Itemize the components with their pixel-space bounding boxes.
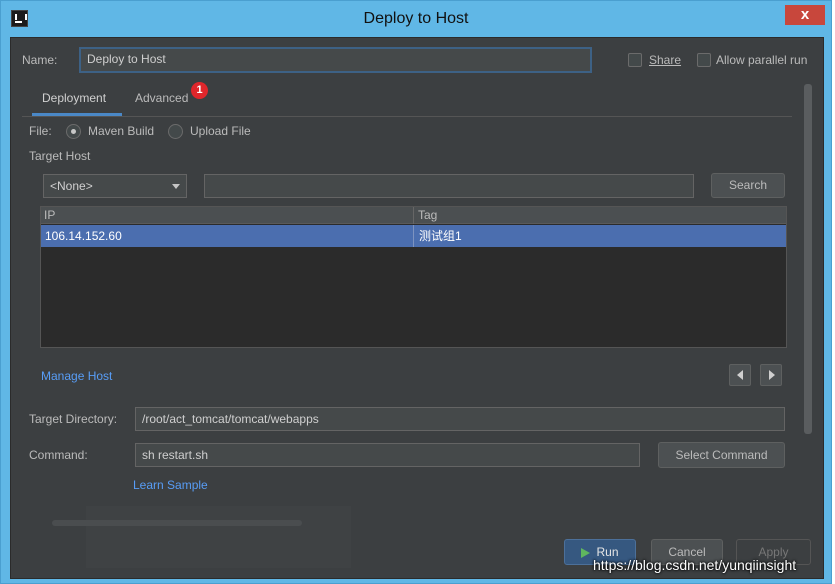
column-header-tag[interactable]: Tag <box>415 207 437 224</box>
title-bar[interactable]: Deploy to Host x <box>1 1 831 37</box>
column-header-ip[interactable]: IP <box>41 207 55 224</box>
name-field[interactable]: Deploy to Host <box>79 47 592 73</box>
manage-host-link[interactable]: Manage Host <box>41 369 112 383</box>
table-row[interactable]: 106.14.152.60 测试组1 <box>41 225 786 247</box>
host-search-input[interactable] <box>204 174 694 198</box>
callout-badge: 1 <box>191 82 208 99</box>
host-select[interactable]: <None> <box>43 174 187 198</box>
maven-build-label: Maven Build <box>88 124 155 138</box>
target-directory-field[interactable]: /root/act_tomcat/tomcat/webapps <box>135 407 785 431</box>
chevron-down-icon <box>172 184 180 189</box>
play-icon <box>581 547 591 558</box>
cell-tag: 测试组1 <box>419 229 462 243</box>
target-directory-label: Target Directory: <box>29 412 118 426</box>
select-command-button[interactable]: Select Command <box>658 442 785 468</box>
prev-button[interactable] <box>729 364 751 386</box>
column-divider <box>413 207 414 224</box>
search-button[interactable]: Search <box>711 173 785 198</box>
share-label: Share <box>649 53 682 67</box>
window-title: Deploy to Host <box>363 10 469 27</box>
file-label: File: <box>29 124 52 138</box>
allow-parallel-label: Allow parallel run <box>716 53 808 67</box>
obscured-panel <box>52 506 351 568</box>
name-label: Name: <box>22 53 58 67</box>
table-header: IP Tag <box>41 207 786 224</box>
column-divider <box>413 225 414 247</box>
allow-parallel-checkbox[interactable] <box>697 53 711 67</box>
maven-build-radio[interactable] <box>66 124 81 139</box>
target-host-label: Target Host <box>29 149 91 163</box>
cell-ip: 106.14.152.60 <box>45 229 122 243</box>
tab-divider <box>22 116 792 117</box>
obscured-text <box>52 520 302 526</box>
arrow-right-icon <box>769 370 775 380</box>
close-button[interactable]: x <box>785 5 825 25</box>
host-table: IP Tag 106.14.152.60 测试组1 <box>40 206 787 348</box>
tab-deployment[interactable]: Deployment <box>42 91 106 105</box>
deploy-dialog: Deploy to Host x Name: Deploy to Host Sh… <box>0 0 832 584</box>
command-field[interactable]: sh restart.sh <box>135 443 640 467</box>
share-checkbox[interactable] <box>628 53 642 67</box>
upload-file-label: Upload File <box>190 124 251 138</box>
close-icon: x <box>800 6 810 23</box>
learn-sample-link[interactable]: Learn Sample <box>133 478 208 492</box>
next-button[interactable] <box>760 364 782 386</box>
scrollbar[interactable] <box>804 84 812 434</box>
tab-advanced[interactable]: Advanced <box>135 91 188 105</box>
watermark: https://blog.csdn.net/yunqiinsight <box>593 557 797 573</box>
arrow-left-icon <box>737 370 743 380</box>
host-select-value: <None> <box>50 179 93 193</box>
upload-file-radio[interactable] <box>168 124 183 139</box>
command-label: Command: <box>29 448 88 462</box>
dialog-content: Name: Deploy to Host Share Allow paralle… <box>10 37 824 579</box>
